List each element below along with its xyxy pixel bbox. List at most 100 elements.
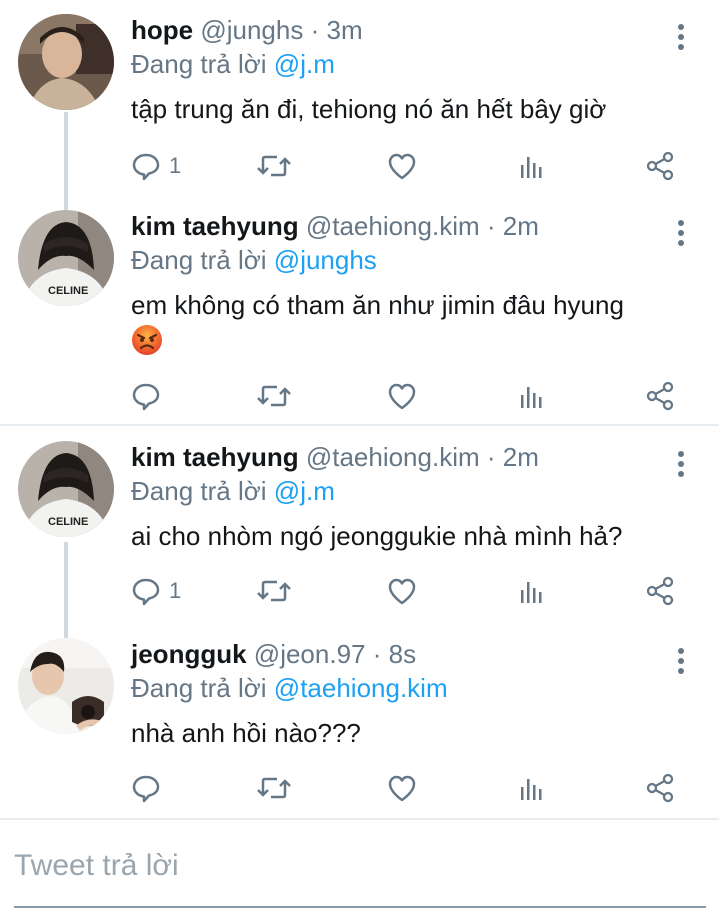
replying-to: Đang trả lời @j.m (131, 475, 335, 507)
retweet-button[interactable] (257, 571, 291, 611)
action-bar (131, 376, 691, 416)
retweet-icon (257, 773, 291, 803)
share-icon (645, 381, 675, 411)
user-handle[interactable]: @junghs (200, 15, 303, 45)
replying-prefix: Đang trả lời (131, 49, 267, 79)
share-icon (645, 773, 675, 803)
reply-composer: Tweet trả lời (0, 824, 719, 911)
share-button[interactable] (645, 768, 675, 808)
tweet[interactable]: CELINE kim taehyung @taehiong.kim · 2m Đ… (0, 210, 719, 415)
analytics-button[interactable] (517, 146, 547, 186)
reply-icon (131, 576, 161, 606)
share-button[interactable] (645, 146, 675, 186)
mention-link[interactable]: @j.m (274, 49, 335, 79)
display-name[interactable]: jeongguk (131, 639, 247, 669)
like-button[interactable] (387, 768, 417, 808)
more-vertical-icon[interactable] (671, 449, 691, 479)
action-bar: 1 (131, 146, 691, 186)
avatar[interactable] (18, 14, 114, 110)
avatar[interactable] (18, 638, 114, 734)
retweet-button[interactable] (257, 146, 291, 186)
analytics-icon (517, 151, 547, 181)
reply-box-divider (0, 818, 719, 820)
heart-icon (387, 381, 417, 411)
timestamp[interactable]: 3m (327, 15, 363, 45)
reply-input[interactable]: Tweet trả lời (14, 842, 704, 890)
user-handle[interactable]: @jeon.97 (254, 639, 366, 669)
tweet-text: em không có tham ăn như jimin đâu hyung (131, 290, 624, 320)
retweet-button[interactable] (257, 768, 291, 808)
retweet-icon (257, 151, 291, 181)
mention-link[interactable]: @taehiong.kim (274, 673, 448, 703)
avatar[interactable]: CELINE (18, 441, 114, 537)
tweet-header: kim taehyung @taehiong.kim · 2m (131, 441, 539, 473)
share-icon (645, 151, 675, 181)
mention-link[interactable]: @j.m (274, 476, 335, 506)
svg-text:CELINE: CELINE (48, 516, 88, 528)
svg-text:CELINE: CELINE (48, 285, 88, 297)
more-vertical-icon[interactable] (671, 22, 691, 52)
separator-dot: · (486, 442, 496, 472)
tweet-text: ai cho nhòm ngó jeonggukie nhà mình hả? (131, 521, 623, 551)
action-bar (131, 768, 691, 808)
action-bar: 1 (131, 571, 691, 611)
avatar[interactable]: CELINE (18, 210, 114, 306)
reply-button[interactable] (131, 376, 169, 416)
heart-icon (387, 773, 417, 803)
tweet[interactable]: CELINE kim taehyung @taehiong.kim · 2m Đ… (0, 441, 719, 611)
retweet-icon (257, 576, 291, 606)
tweet-text: nhà anh hồi nào??? (131, 718, 361, 748)
reply-icon (131, 773, 161, 803)
reply-input-underline (14, 906, 706, 908)
reply-button[interactable]: 1 (131, 571, 181, 611)
share-button[interactable] (645, 376, 675, 416)
share-icon (645, 576, 675, 606)
display-name[interactable]: kim taehyung (131, 211, 299, 241)
more-vertical-icon[interactable] (671, 218, 691, 248)
more-vertical-icon[interactable] (671, 646, 691, 676)
replying-prefix: Đang trả lời (131, 673, 267, 703)
reply-icon (131, 151, 161, 181)
separator-dot: · (486, 211, 496, 241)
display-name[interactable]: hope (131, 15, 193, 45)
retweet-button[interactable] (257, 376, 291, 416)
conversation-divider (0, 424, 719, 426)
separator-dot: · (372, 639, 382, 669)
heart-icon (387, 576, 417, 606)
replying-prefix: Đang trả lời (131, 476, 267, 506)
tweet[interactable]: hope @junghs · 3m Đang trả lời @j.m tập … (0, 14, 719, 194)
timestamp[interactable]: 2m (503, 211, 539, 241)
replying-to: Đang trả lời @j.m (131, 48, 335, 80)
separator-dot: · (310, 15, 320, 45)
tweet-header: jeongguk @jeon.97 · 8s (131, 638, 416, 670)
tweet-text: tập trung ăn đi, tehiong nó ăn hết bây g… (131, 94, 607, 124)
tweet-header: kim taehyung @taehiong.kim · 2m (131, 210, 539, 242)
reply-count: 1 (169, 153, 182, 178)
like-button[interactable] (387, 146, 417, 186)
reply-button[interactable] (131, 768, 169, 808)
like-button[interactable] (387, 571, 417, 611)
heart-icon (387, 151, 417, 181)
reply-icon (131, 381, 161, 411)
timestamp[interactable]: 8s (389, 639, 416, 669)
tweet[interactable]: jeongguk @jeon.97 · 8s Đang trả lời @tae… (0, 638, 719, 808)
display-name[interactable]: kim taehyung (131, 442, 299, 472)
angry-face-emoji (131, 324, 163, 356)
like-button[interactable] (387, 376, 417, 416)
reply-button[interactable]: 1 (131, 146, 181, 186)
replying-to: Đang trả lời @junghs (131, 244, 377, 276)
analytics-button[interactable] (517, 768, 547, 808)
replying-to: Đang trả lời @taehiong.kim (131, 672, 448, 704)
share-button[interactable] (645, 571, 675, 611)
user-handle[interactable]: @taehiong.kim (306, 211, 480, 241)
tweet-header: hope @junghs · 3m (131, 14, 363, 46)
mention-link[interactable]: @junghs (274, 245, 377, 275)
analytics-icon (517, 576, 547, 606)
analytics-button[interactable] (517, 376, 547, 416)
timestamp[interactable]: 2m (503, 442, 539, 472)
analytics-button[interactable] (517, 571, 547, 611)
replying-prefix: Đang trả lời (131, 245, 267, 275)
reply-thread: hope @junghs · 3m Đang trả lời @j.m tập … (0, 0, 719, 911)
user-handle[interactable]: @taehiong.kim (306, 442, 480, 472)
reply-count: 1 (169, 578, 182, 603)
